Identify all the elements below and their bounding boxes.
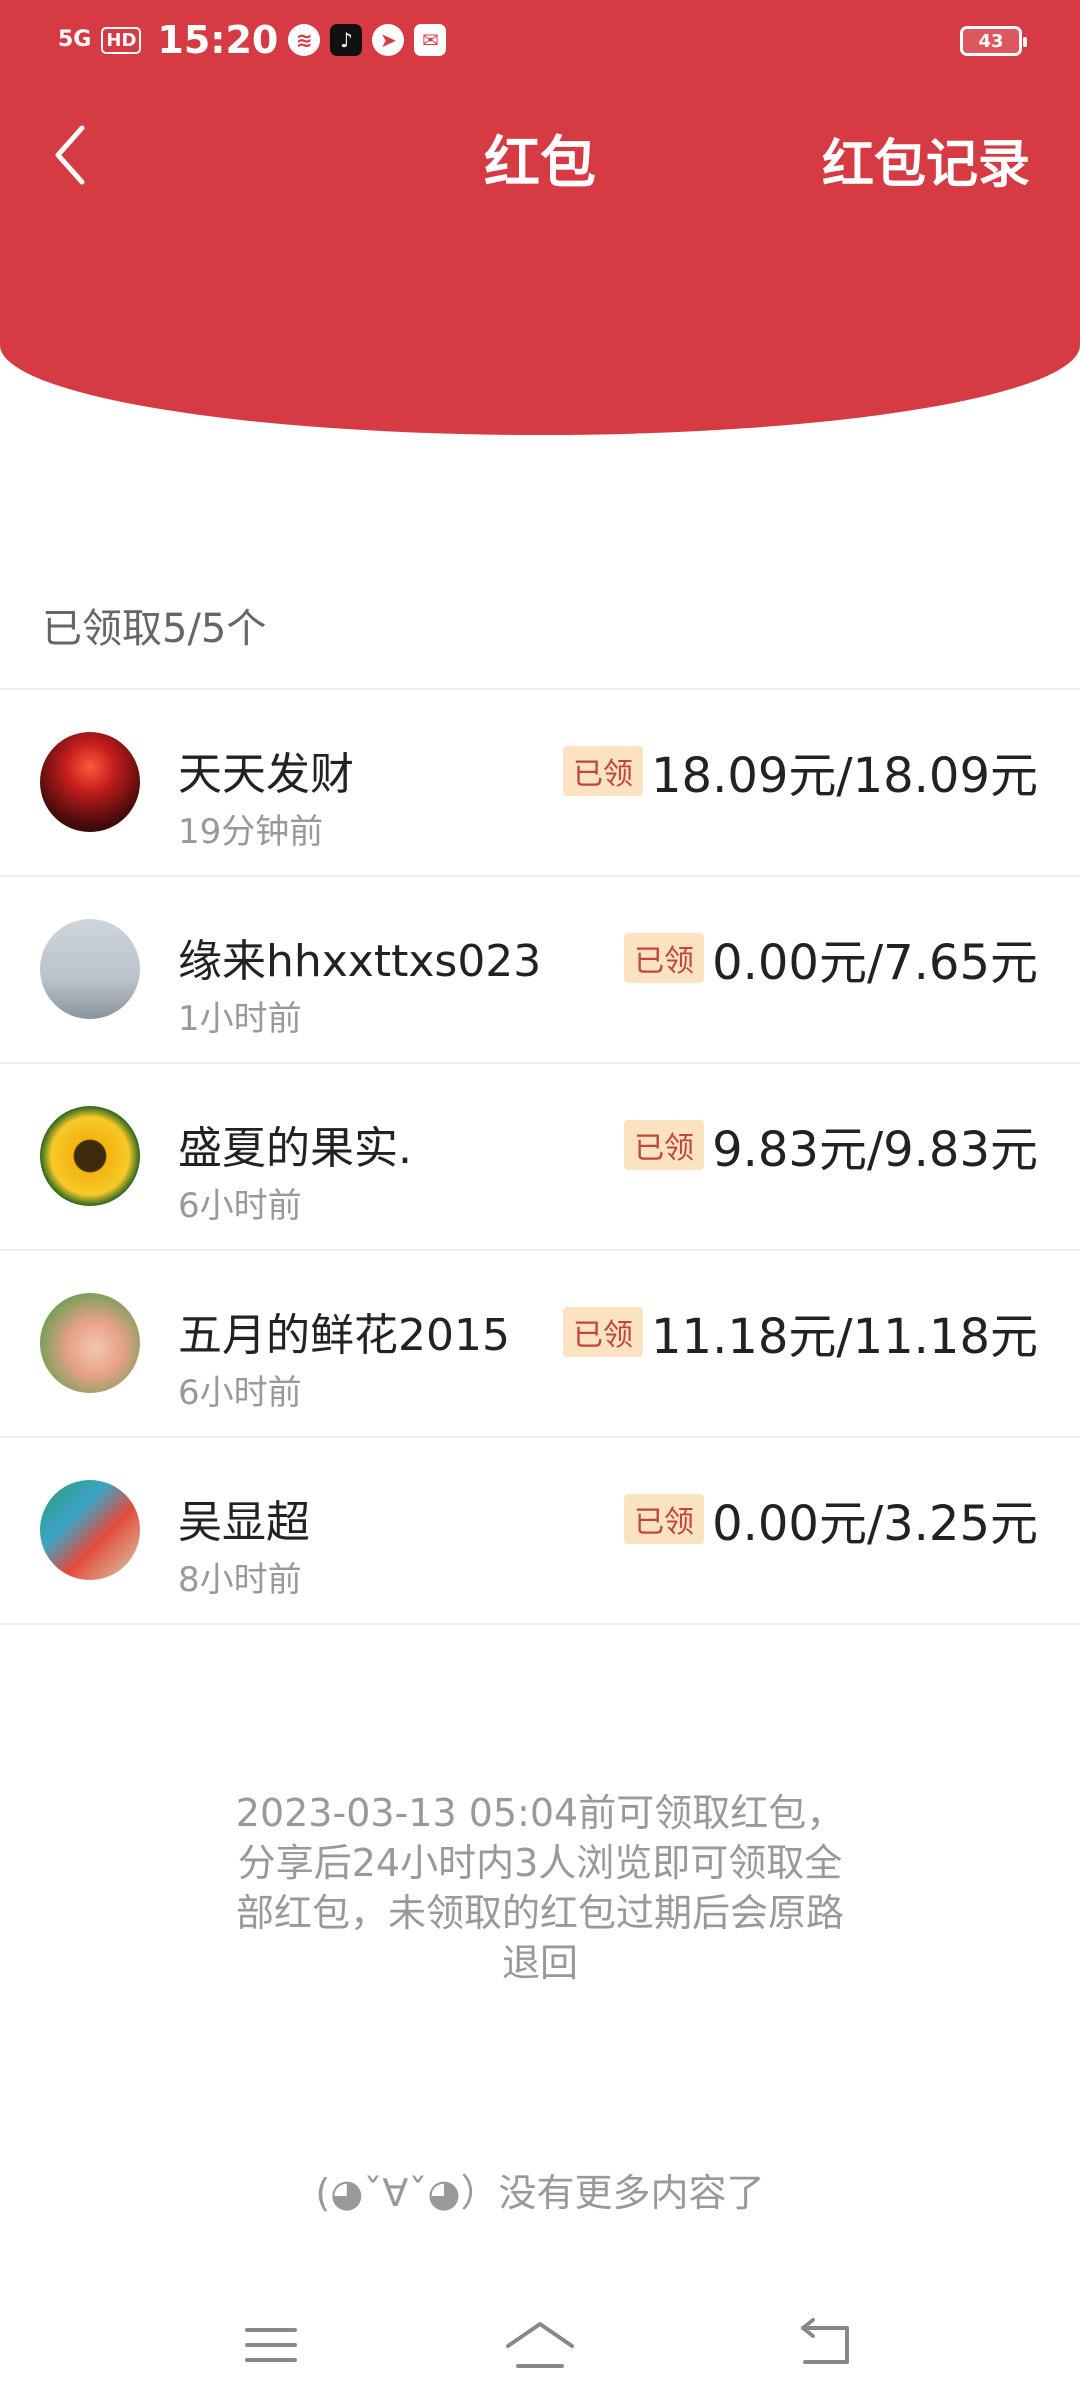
return-icon [801, 2318, 849, 2364]
home-icon [506, 2322, 574, 2368]
claim-time: 8小时前 [178, 1560, 302, 1600]
claimer-name: 天天发财 [178, 749, 354, 800]
claim-list: 天天发财 19分钟前 已领 18.09元/18.09元 缘来hhxxttxs02… [0, 690, 1080, 1625]
claimer-name: 盛夏的果实. [178, 1123, 412, 1174]
claim-row[interactable]: 缘来hhxxttxs023 1小时前 已领 0.00元/7.65元 [0, 877, 1080, 1064]
menu-button[interactable] [231, 2310, 311, 2380]
claim-row[interactable]: 五月的鲜花2015 6小时前 已领 11.18元/11.18元 [0, 1251, 1080, 1438]
claim-row[interactable]: 吴显超 8小时前 已领 0.00元/3.25元 [0, 1438, 1080, 1625]
home-button[interactable] [500, 2310, 580, 2380]
avatar [40, 1293, 140, 1393]
back-nav-button[interactable] [783, 2310, 863, 2380]
page-title: 红包 [484, 131, 596, 196]
tiktok-icon: ♪ [330, 24, 363, 56]
claimer-name: 五月的鲜花2015 [178, 1310, 510, 1361]
claimer-name: 缘来hhxxttxs023 [178, 936, 542, 987]
claim-time: 19分钟前 [178, 812, 324, 852]
signal-icon: 5G [58, 27, 92, 52]
app-notification-icon: ≋ [288, 24, 321, 56]
claim-summary: 已领取5/5个 [42, 606, 267, 652]
status-time: 15:20 [157, 18, 279, 62]
claimed-badge: 已领 [624, 1494, 705, 1544]
claimed-badge: 已领 [562, 1307, 643, 1357]
claimed-badge: 已领 [624, 933, 705, 983]
claimed-badge: 已领 [624, 1120, 705, 1170]
claimer-name: 吴显超 [178, 1497, 310, 1548]
system-nav-bar [0, 2290, 1080, 2400]
red-packet-record-button[interactable]: 红包记录 [822, 122, 1030, 197]
claim-amount: 0.00元/3.25元 [712, 1496, 1038, 1552]
status-bar: 5G HD 15:20 ≋ ♪ ➤ ✉ 43 [0, 0, 1080, 84]
claim-amount: 0.00元/7.65元 [712, 935, 1038, 991]
avatar [40, 919, 140, 1019]
claim-time: 6小时前 [178, 1373, 302, 1413]
claim-amount: 18.09元/18.09元 [650, 748, 1038, 804]
chevron-left-icon [55, 125, 85, 185]
claim-row[interactable]: 盛夏的果实. 6小时前 已领 9.83元/9.83元 [0, 1064, 1080, 1251]
claim-time: 6小时前 [178, 1186, 302, 1226]
no-more-content: (◕ˇ∀ˇ◕）没有更多内容了 [315, 2171, 765, 2215]
claim-time: 1小时前 [178, 999, 302, 1039]
compass-icon: ➤ [372, 24, 405, 56]
back-button[interactable] [46, 120, 116, 190]
avatar [40, 1106, 140, 1206]
avatar [40, 1480, 140, 1580]
claimed-badge: 已领 [562, 746, 643, 796]
avatar [40, 732, 140, 832]
menu-icon [245, 2328, 297, 2362]
claim-row[interactable]: 天天发财 19分钟前 已领 18.09元/18.09元 [0, 690, 1080, 877]
battery-icon: 43 [960, 26, 1027, 56]
mail-icon: ✉ [414, 24, 447, 56]
expiry-notice: 2023-03-13 05:04前可领取红包，分享后24小时内3人浏览即可领取全… [235, 1791, 845, 1985]
claim-amount: 9.83元/9.83元 [712, 1122, 1038, 1178]
hd-icon: HD [101, 26, 142, 54]
claim-amount: 11.18元/11.18元 [650, 1309, 1038, 1365]
